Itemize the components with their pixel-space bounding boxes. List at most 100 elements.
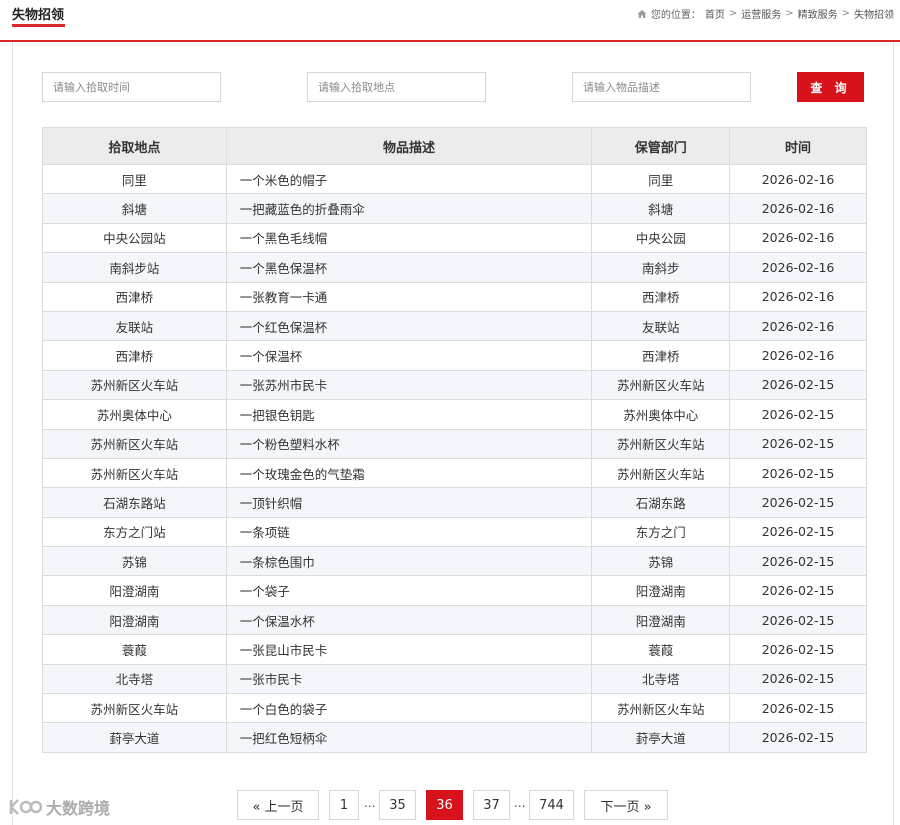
watermark-text: 大数跨境 <box>46 799 111 818</box>
row-place: 葑亭大道 <box>42 722 227 753</box>
page-button[interactable]: 1 <box>329 790 359 820</box>
row-department: 西津桥 <box>591 340 731 371</box>
row-time: 2026-02-15 <box>729 575 867 606</box>
table-body: 同里 一个米色的帽子 同里 2026-02-16 斜塘 一把藏蓝色的折叠雨伞 斜塘 2026-… <box>42 163 867 753</box>
row-description: 一个红色保温杯 <box>225 310 593 342</box>
current-page-button[interactable]: 36 <box>426 790 463 820</box>
row-place: 中央公园站 <box>42 222 227 254</box>
column-header-time: 时间 <box>729 127 867 165</box>
row-place: 苏州新区火车站 <box>42 428 227 459</box>
row-department: 苏州新区火车站 <box>591 457 731 489</box>
row-department: 苏州新区火车站 <box>591 428 731 459</box>
row-description: 一个白色的袋子 <box>225 693 593 724</box>
breadcrumb-current[interactable]: 失物招领 <box>854 6 894 21</box>
row-place: 石湖东路站 <box>42 487 227 518</box>
row-department: 苏州新区火车站 <box>591 693 731 724</box>
table-row: 阳澄湖南 一个袋子 阳澄湖南 2026-02-15 <box>42 575 867 606</box>
row-place: 苏州新区火车站 <box>42 693 227 724</box>
row-place: 西津桥 <box>42 340 227 371</box>
row-time: 2026-02-16 <box>729 340 867 371</box>
prev-page-button[interactable]: « 上一页 <box>237 790 319 820</box>
row-place: 苏州奥体中心 <box>42 399 227 430</box>
table-row: 苏州新区火车站 一张苏州市民卡 苏州新区火车站 2026-02-15 <box>42 369 867 401</box>
column-header-department: 保管部门 <box>591 127 731 165</box>
home-icon <box>637 9 647 18</box>
table-row: 东方之门站 一条项链 东方之门 2026-02-15 <box>42 516 867 548</box>
row-description: 一个保温杯 <box>225 340 593 371</box>
row-department: 阳澄湖南 <box>591 575 731 606</box>
table-header-row: 拾取地点 物品描述 保管部门 时间 <box>42 127 867 165</box>
top-bar: 失物招领 您的位置： 首页 > 运营服务 > 精致服务 > 失物招领 <box>0 0 900 42</box>
page-button[interactable]: 744 <box>529 790 574 820</box>
row-description: 一把红色短柄伞 <box>225 722 593 753</box>
row-department: 中央公园 <box>591 222 731 254</box>
row-department: 蓑葭 <box>591 634 731 665</box>
row-place: 同里 <box>42 163 227 195</box>
row-description: 一张市民卡 <box>225 663 593 695</box>
watermark: 大数跨境 <box>8 795 110 819</box>
column-header-place: 拾取地点 <box>42 127 227 165</box>
pickup-time-input[interactable] <box>42 72 221 102</box>
breadcrumb-separator: > <box>841 8 850 19</box>
row-department: 友联站 <box>591 310 731 342</box>
next-page-button[interactable]: 下一页 » <box>584 790 668 820</box>
row-time: 2026-02-15 <box>729 546 867 577</box>
row-department: 斜塘 <box>591 193 731 224</box>
row-description: 一个米色的帽子 <box>225 163 593 195</box>
row-time: 2026-02-15 <box>729 428 867 459</box>
table-row: 同里 一个米色的帽子 同里 2026-02-16 <box>42 163 867 195</box>
query-button[interactable]: 查 询 <box>797 72 864 102</box>
row-place: 南斜步站 <box>42 252 227 283</box>
page-button[interactable]: 37 <box>473 790 510 820</box>
item-description-input[interactable] <box>572 72 751 102</box>
row-description: 一把藏蓝色的折叠雨伞 <box>225 193 593 224</box>
row-place: 斜塘 <box>42 193 227 224</box>
row-time: 2026-02-16 <box>729 163 867 195</box>
row-description: 一把银色钥匙 <box>225 399 593 430</box>
table-row: 苏州新区火车站 一个白色的袋子 苏州新区火车站 2026-02-15 <box>42 693 867 724</box>
table-row: 葑亭大道 一把红色短柄伞 葑亭大道 2026-02-15 <box>42 722 867 753</box>
row-place: 西津桥 <box>42 281 227 312</box>
row-department: 石湖东路 <box>591 487 731 518</box>
row-description: 一个黑色毛线帽 <box>225 222 593 254</box>
row-description: 一个黑色保温杯 <box>225 252 593 283</box>
pagination: « 上一页 1 ... 35 36 37 ... 744 下一页 » <box>0 790 900 820</box>
row-description: 一条棕色围巾 <box>225 546 593 577</box>
page-button[interactable]: 35 <box>379 790 416 820</box>
breadcrumb-separator: > <box>785 8 794 19</box>
title-underline <box>12 24 65 27</box>
row-place: 阳澄湖南 <box>42 604 227 636</box>
row-time: 2026-02-16 <box>729 193 867 224</box>
row-time: 2026-02-15 <box>729 604 867 636</box>
pickup-place-input[interactable] <box>307 72 486 102</box>
table-row: 西津桥 一个保温杯 西津桥 2026-02-16 <box>42 340 867 371</box>
table-row: 中央公园站 一个黑色毛线帽 中央公园 2026-02-16 <box>42 222 867 254</box>
row-department: 同里 <box>591 163 731 195</box>
breadcrumb-home[interactable]: 首页 <box>705 6 725 21</box>
breadcrumb: 您的位置： 首页 > 运营服务 > 精致服务 > 失物招领 <box>637 6 894 21</box>
table-row: 苏州奥体中心 一把银色钥匙 苏州奥体中心 2026-02-15 <box>42 399 867 430</box>
row-place: 苏州新区火车站 <box>42 457 227 489</box>
table-row: 苏州新区火车站 一个玫瑰金色的气垫霜 苏州新区火车站 2026-02-15 <box>42 457 867 489</box>
row-description: 一个玫瑰金色的气垫霜 <box>225 457 593 489</box>
row-time: 2026-02-16 <box>729 222 867 254</box>
row-description: 一张昆山市民卡 <box>225 634 593 665</box>
row-place: 友联站 <box>42 310 227 342</box>
breadcrumb-services[interactable]: 精致服务 <box>798 6 838 21</box>
row-department: 葑亭大道 <box>591 722 731 753</box>
row-place: 东方之门站 <box>42 516 227 548</box>
row-description: 一个粉色塑料水杯 <box>225 428 593 459</box>
row-department: 西津桥 <box>591 281 731 312</box>
breadcrumb-operations[interactable]: 运营服务 <box>741 6 781 21</box>
row-department: 苏州奥体中心 <box>591 399 731 430</box>
row-time: 2026-02-15 <box>729 663 867 695</box>
breadcrumb-separator: > <box>728 8 738 19</box>
row-place: 北寺塔 <box>42 663 227 695</box>
row-department: 苏锦 <box>591 546 731 577</box>
table-row: 蓑葭 一张昆山市民卡 蓑葭 2026-02-15 <box>42 634 867 665</box>
row-time: 2026-02-16 <box>729 310 867 342</box>
row-time: 2026-02-15 <box>729 722 867 753</box>
row-department: 东方之门 <box>591 516 731 548</box>
table-row: 北寺塔 一张市民卡 北寺塔 2026-02-15 <box>42 663 867 695</box>
row-department: 阳澄湖南 <box>591 604 731 636</box>
